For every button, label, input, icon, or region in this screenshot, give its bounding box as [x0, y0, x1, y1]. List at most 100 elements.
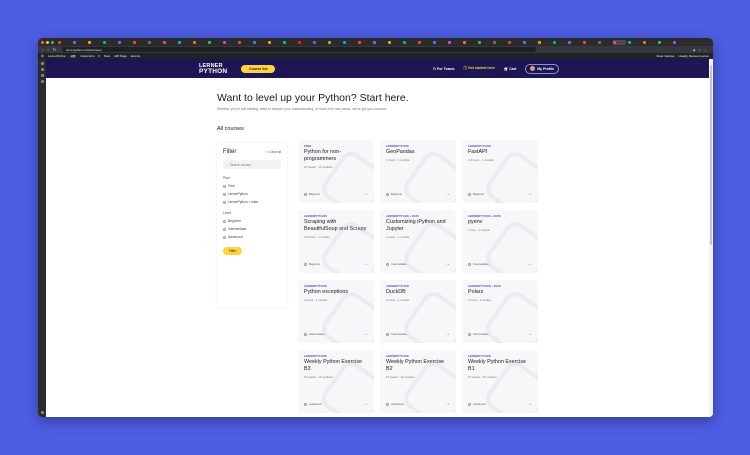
browser-tab[interactable] — [208, 40, 221, 45]
course-card[interactable]: FREE Python for non-programmers 15 weeks ·… — [298, 140, 374, 203]
browser-tab[interactable] — [568, 40, 581, 45]
course-card[interactable]: LERNERPYTHON Weekly Python Exercise B2 15 … — [380, 350, 456, 413]
nav-get-started[interactable]: ⓘ Get started here — [463, 66, 494, 71]
browser-tab[interactable] — [268, 40, 281, 45]
search-field[interactable]: ⌕ — [223, 160, 281, 169]
browser-tab[interactable] — [433, 40, 446, 45]
level-option-intermediate[interactable]: Intermediate — [223, 227, 281, 231]
browser-tab[interactable] — [388, 40, 401, 45]
search-input[interactable] — [229, 162, 280, 167]
browser-tab[interactable] — [193, 40, 206, 45]
browser-tab[interactable] — [148, 40, 161, 45]
browser-menu-icon[interactable]: ⋮ — [704, 48, 707, 52]
arrow-right-icon[interactable]: → — [527, 401, 532, 407]
browser-tab[interactable] — [313, 40, 326, 45]
browser-tab[interactable] — [613, 39, 626, 45]
arrow-right-icon[interactable]: → — [527, 191, 532, 197]
arrow-right-icon[interactable]: → — [363, 331, 368, 337]
reload-icon[interactable]: ↻ — [53, 47, 56, 52]
arrow-right-icon[interactable]: → — [363, 401, 368, 407]
admin-events-link[interactable]: Events — [131, 54, 140, 58]
arrow-right-icon[interactable]: → — [445, 191, 450, 197]
browser-tab[interactable] — [178, 40, 191, 45]
nav-cart[interactable]: 🛒︎ Cart — [504, 67, 516, 71]
scrollbar-thumb[interactable] — [710, 65, 712, 245]
admin-seo-link[interactable]: 228 Page — [114, 54, 127, 58]
browser-tab[interactable] — [463, 40, 476, 45]
course-card[interactable]: LERNERPYTHON + DATA Polars 2 hours · 1 mod… — [462, 280, 538, 343]
admin-customize-link[interactable]: Customize — [80, 54, 94, 58]
course-card[interactable]: LERNERPYTHON Scraping with BeautifulSoup … — [298, 210, 374, 273]
site-logo[interactable]: LERNER PYTHON — [199, 63, 227, 75]
browser-tab[interactable] — [583, 40, 596, 45]
course-card[interactable]: LERNERPYTHON + DATA Customizing iPython a… — [380, 210, 456, 273]
arrow-right-icon[interactable]: → — [445, 401, 450, 407]
browser-tab[interactable] — [418, 40, 431, 45]
course-card[interactable]: LERNERPYTHON Python exceptions 2 hours · 1… — [298, 280, 374, 343]
course-card[interactable]: LERNERPYTHON GeoPandas 1 hours · 1 module B… — [380, 140, 456, 203]
browser-tab[interactable] — [628, 40, 641, 45]
browser-tab[interactable] — [238, 40, 251, 45]
arrow-right-icon[interactable]: → — [445, 261, 450, 267]
course-card[interactable]: LERNERPYTHON Weekly Python Exercise B1 15 … — [462, 350, 538, 413]
arrow-right-icon[interactable]: → — [445, 331, 450, 337]
admin-howdy[interactable]: Howdy, Reuven Lerner — [679, 54, 709, 58]
browser-tab[interactable] — [133, 40, 146, 45]
browser-tab[interactable] — [553, 40, 566, 45]
admin-new-link[interactable]: New — [104, 54, 110, 58]
nav-for-teams[interactable]: ⚇ For Teams — [433, 67, 455, 71]
admin-site-link[interactable]: LernerPython — [48, 54, 66, 58]
wordpress-logo-icon[interactable]: Ⓦ — [41, 54, 44, 58]
browser-tab[interactable] — [493, 40, 506, 45]
browser-tab[interactable] — [538, 40, 551, 45]
level-option-beginner[interactable]: Beginner — [223, 219, 281, 223]
zoom-window-button[interactable] — [51, 40, 54, 44]
browser-tab[interactable] — [223, 40, 236, 45]
course-card[interactable]: LERNERPYTHON DuckDB 2 hours · 1 module Inte… — [380, 280, 456, 343]
plan-option-lernerpython[interactable]: LernerPython — [223, 192, 281, 196]
course-card[interactable]: LERNERPYTHON + DATA pyenv 1 hour · 1 modul… — [462, 210, 538, 273]
dock-item-icon[interactable] — [40, 74, 44, 77]
browser-tab[interactable] — [253, 40, 266, 45]
browser-tab[interactable] — [118, 40, 131, 45]
browser-tab[interactable] — [448, 40, 461, 45]
filter-button[interactable]: Filter — [223, 247, 242, 255]
browser-tab[interactable] — [523, 40, 536, 45]
arrow-right-icon[interactable]: → — [527, 261, 532, 267]
browser-tab[interactable] — [358, 40, 371, 45]
browser-tab[interactable] — [298, 40, 311, 45]
dock-item-icon[interactable] — [40, 80, 44, 83]
page-scrollbar[interactable] — [709, 59, 713, 417]
forward-icon[interactable]: › — [47, 47, 48, 52]
browser-tab[interactable] — [343, 40, 356, 45]
arrow-right-icon[interactable]: → — [527, 331, 532, 337]
extension-icon[interactable]: ◆ — [693, 48, 695, 52]
admin-comments-count[interactable]: 0 — [98, 54, 100, 58]
browser-tab[interactable] — [283, 40, 296, 45]
dock-settings-icon[interactable] — [40, 411, 44, 414]
browser-tab[interactable] — [373, 40, 386, 45]
address-bar[interactable]: lernerpython.com/courses/ — [62, 47, 537, 52]
back-icon[interactable]: ‹ — [42, 47, 43, 52]
minimize-window-button[interactable] — [46, 40, 49, 44]
browser-tab[interactable] — [403, 40, 416, 45]
level-option-advanced[interactable]: Advanced — [223, 235, 281, 239]
browser-tab[interactable] — [643, 40, 656, 45]
dock-item-icon[interactable] — [40, 68, 44, 71]
arrow-right-icon[interactable]: → — [363, 261, 368, 267]
close-window-button[interactable] — [41, 40, 44, 44]
browser-tab[interactable] — [508, 40, 521, 45]
my-profile-button[interactable]: My Profile — [525, 63, 559, 74]
browser-tab[interactable] — [58, 40, 71, 45]
browser-tab[interactable] — [658, 40, 671, 45]
bookmark-star-icon[interactable]: ☆ — [698, 48, 701, 52]
browser-tab[interactable] — [598, 40, 611, 45]
browser-tab[interactable] — [478, 40, 491, 45]
dock-item-icon[interactable] — [40, 62, 44, 65]
browser-tab[interactable] — [673, 40, 686, 45]
course-card[interactable]: LERNERPYTHON FastAPI 2.5 hours · 1 module B… — [462, 140, 538, 203]
clear-all-button[interactable]: × Clear all — [266, 150, 281, 154]
admin-clear-caches[interactable]: Clear Caches — [656, 54, 674, 58]
browser-tab[interactable] — [103, 40, 116, 45]
browser-tab[interactable] — [88, 40, 101, 45]
